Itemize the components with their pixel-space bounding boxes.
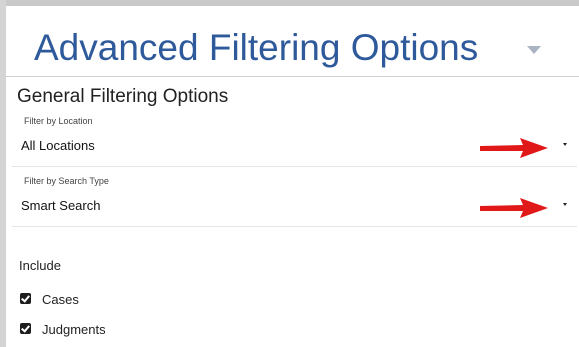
- search-type-filter-value[interactable]: Smart Search: [21, 198, 100, 213]
- red-arrow-icon: [480, 198, 548, 218]
- location-filter-value[interactable]: All Locations: [21, 138, 95, 153]
- checkbox-checked-icon[interactable]: [20, 293, 31, 304]
- checkbox-label: Cases: [42, 292, 79, 307]
- section-title: General Filtering Options: [17, 86, 229, 107]
- search-type-filter-label: Filter by Search Type: [24, 176, 109, 186]
- checkbox-checked-icon[interactable]: [20, 323, 31, 334]
- checkbox-label: Judgments: [42, 322, 106, 337]
- dropdown-caret-icon[interactable]: [563, 203, 567, 206]
- include-label: Include: [19, 258, 61, 273]
- dropdown-caret-icon[interactable]: [563, 143, 567, 146]
- panel-title[interactable]: Advanced Filtering Options: [34, 28, 478, 68]
- red-arrow-icon: [480, 138, 548, 158]
- location-filter-label: Filter by Location: [24, 116, 93, 126]
- chevron-down-icon[interactable]: [527, 46, 541, 54]
